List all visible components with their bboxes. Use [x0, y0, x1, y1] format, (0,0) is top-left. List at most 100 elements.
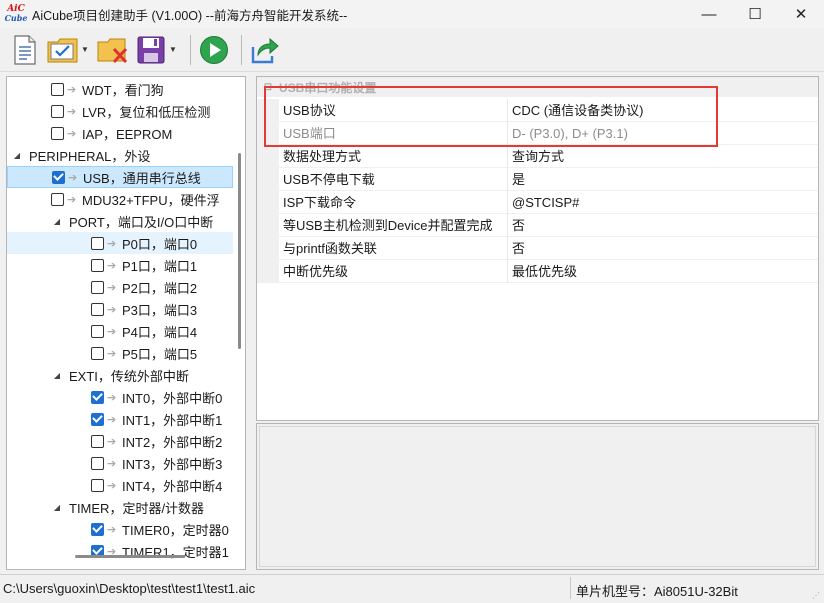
arrow-icon: ➔	[107, 347, 117, 360]
maximize-button[interactable]: ☐	[732, 0, 778, 28]
property-name: USB不停电下载	[279, 168, 507, 191]
resize-grip-icon[interactable]: ⋰	[812, 591, 822, 601]
property-value[interactable]: 是	[507, 168, 818, 191]
tree-checkbox[interactable]	[91, 390, 104, 404]
property-name: USB端口	[279, 122, 507, 145]
property-row[interactable]: 中断优先级 最低优先级	[257, 260, 818, 283]
status-divider	[570, 577, 571, 599]
project-dropdown-icon[interactable]: ▼	[80, 33, 90, 67]
tree-item[interactable]: ◢ PERIPHERAL，外设	[7, 144, 233, 166]
window-title: AiCube项目创建助手 (V1.00O) --前海方舟智能开发系统--	[32, 8, 348, 23]
tree-expand-icon[interactable]: ◢	[11, 151, 23, 160]
property-row[interactable]: USB端口 D- (P3.0), D+ (P3.1)	[257, 122, 818, 145]
tree-checkbox[interactable]	[91, 324, 104, 338]
tree-item[interactable]: ➔ P1口，端口1	[7, 254, 233, 276]
property-row[interactable]: USB不停电下载是	[257, 168, 818, 191]
property-name: 中断优先级	[279, 260, 507, 283]
tree-vertical-scrollbar[interactable]	[238, 153, 241, 349]
save-icon[interactable]	[134, 33, 168, 67]
property-row[interactable]: USB协议 CDC (通信设备类协议)	[257, 99, 818, 122]
property-value[interactable]: CDC (通信设备类协议)	[507, 99, 818, 122]
arrow-icon: ➔	[107, 413, 117, 426]
tree-checkbox[interactable]	[52, 170, 65, 184]
arrow-icon: ➔	[107, 325, 117, 338]
tree-checkbox[interactable]	[91, 412, 104, 426]
tree-item-label: MDU32+TFPU，硬件浮	[82, 192, 220, 208]
tree-item-label: TIMER0，定时器0	[122, 522, 229, 538]
arrow-icon: ➔	[107, 457, 117, 470]
property-value[interactable]: D- (P3.0), D+ (P3.1)	[507, 122, 818, 145]
property-row[interactable]: 与printf函数关联否	[257, 237, 818, 260]
property-row[interactable]: 数据处理方式 查询方式	[257, 145, 818, 168]
save-dropdown-icon[interactable]: ▼	[168, 33, 178, 67]
toolbar-separator	[190, 34, 191, 65]
tree-checkbox[interactable]	[51, 192, 64, 206]
tree-item[interactable]: ➔ P0口，端口0	[7, 232, 233, 254]
tree-checkbox[interactable]	[91, 236, 104, 250]
tree-item[interactable]: ➔ MDU32+TFPU，硬件浮	[7, 188, 233, 210]
property-gutter	[257, 168, 279, 191]
property-name: 数据处理方式	[279, 145, 507, 168]
tree-checkbox[interactable]	[91, 346, 104, 360]
tree-item[interactable]: ➔ P5口，端口5	[7, 342, 233, 364]
delete-folder-icon[interactable]	[96, 33, 130, 67]
arrow-icon: ➔	[107, 391, 117, 404]
property-row[interactable]: 等USB主机检测到Device并配置完成否	[257, 214, 818, 237]
tree-checkbox[interactable]	[91, 258, 104, 272]
project-settings-icon[interactable]	[46, 33, 80, 67]
tree-checkbox[interactable]	[91, 522, 104, 536]
tree-item[interactable]: ➔ USB，通用串行总线	[7, 166, 233, 188]
tree-item[interactable]: ➔ LVR，复位和低压检测	[7, 100, 233, 122]
run-icon[interactable]	[197, 33, 231, 67]
tree-checkbox[interactable]	[51, 104, 64, 118]
property-row[interactable]: ISP下载命令 @STCISP#	[257, 191, 818, 214]
tree-item[interactable]: ◢ TIMER，定时器/计数器	[7, 496, 233, 518]
tree-checkbox[interactable]	[51, 82, 64, 96]
tree-item[interactable]: ➔ IAP，EEPROM	[7, 122, 233, 144]
property-gutter	[257, 191, 279, 214]
tree-horizontal-scrollbar[interactable]	[75, 555, 185, 558]
tree-item[interactable]: ➔ TIMER0，定时器0	[7, 518, 233, 540]
tree-checkbox[interactable]	[91, 302, 104, 316]
property-value[interactable]: @STCISP#	[507, 191, 818, 214]
tree-checkbox[interactable]	[91, 456, 104, 470]
tree-checkbox[interactable]	[91, 280, 104, 294]
tree-item[interactable]: ➔ WDT，看门狗	[7, 78, 233, 100]
arrow-icon: ➔	[68, 171, 78, 184]
peripheral-tree[interactable]: ➔ WDT，看门狗 ➔ LVR，复位和低压检测 ➔ IAP，EEPROM ◢ PERIPHER…	[6, 76, 246, 570]
tree-item[interactable]: ➔ INT4，外部中断4	[7, 474, 233, 496]
tree-item[interactable]: ◢ PORT，端口及I/O口中断	[7, 210, 233, 232]
tree-item[interactable]: ◢ EXTI，传统外部中断	[7, 364, 233, 386]
tree-item-label: TIMER，定时器/计数器	[69, 500, 205, 516]
tree-item[interactable]: ➔ INT1，外部中断1	[7, 408, 233, 430]
tree-checkbox[interactable]	[91, 434, 104, 448]
tree-item[interactable]: ➔ INT0，外部中断0	[7, 386, 233, 408]
tree-item-label: P5口，端口5	[122, 346, 198, 362]
tree-item[interactable]: ➔ INT2，外部中断2	[7, 430, 233, 452]
toolbar-separator	[241, 34, 242, 65]
close-button[interactable]: ✕	[778, 0, 824, 28]
tree-item[interactable]: ➔ INT3，外部中断3	[7, 452, 233, 474]
property-value[interactable]: 查询方式	[507, 145, 818, 168]
arrow-icon: ➔	[67, 83, 77, 96]
tree-expand-icon[interactable]: ◢	[51, 371, 63, 380]
tree-item[interactable]: ➔ P3口，端口3	[7, 298, 233, 320]
property-value[interactable]: 否	[507, 237, 818, 260]
category-collapse-icon[interactable]: ⊟	[257, 82, 279, 93]
tree-expand-icon[interactable]: ◢	[51, 217, 63, 226]
property-value[interactable]: 最低优先级	[507, 260, 818, 283]
tree-item[interactable]: ➔ P4口，端口4	[7, 320, 233, 342]
tree-item[interactable]: ➔ TIMER1，定时器1	[7, 540, 233, 562]
property-category-row[interactable]: ⊟ USB串口功能设置	[257, 77, 818, 97]
tree-checkbox[interactable]	[51, 126, 64, 140]
minimize-button[interactable]: —	[686, 0, 732, 28]
tree-item[interactable]: ➔ P2口，端口2	[7, 276, 233, 298]
tree-item-label: P1口，端口1	[122, 258, 198, 274]
logo-line2: Cube	[4, 13, 28, 23]
property-grid[interactable]: ⊟ USB串口功能设置 USB协议 CDC (通信设备类协议) USB端口 D- (P…	[256, 76, 819, 421]
tree-checkbox[interactable]	[91, 478, 104, 492]
tree-expand-icon[interactable]: ◢	[51, 503, 63, 512]
export-icon[interactable]	[248, 33, 282, 67]
new-document-icon[interactable]	[8, 33, 42, 67]
property-value[interactable]: 否	[507, 214, 818, 237]
